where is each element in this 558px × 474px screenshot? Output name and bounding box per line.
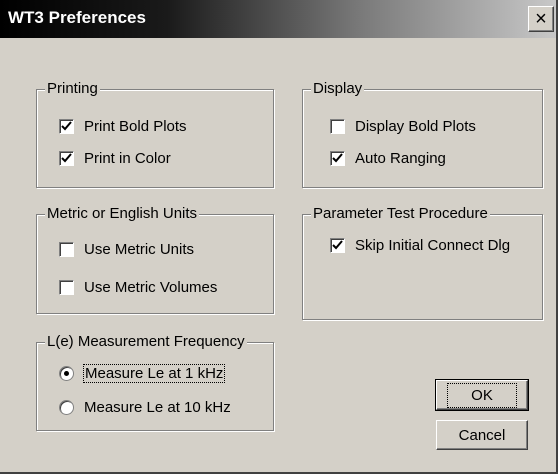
skip-initial-connect-option[interactable]: Skip Initial Connect Dlg: [330, 237, 510, 254]
display-group: Display Display Bold Plots Auto Ranging: [302, 80, 543, 188]
print-in-color-option[interactable]: Print in Color: [59, 150, 171, 167]
skip-initial-connect-label: Skip Initial Connect Dlg: [355, 237, 511, 254]
print-bold-plots-option[interactable]: Print Bold Plots: [59, 118, 187, 135]
use-metric-units-option[interactable]: Use Metric Units: [59, 241, 194, 258]
auto-ranging-checkbox[interactable]: [330, 151, 345, 166]
print-in-color-label: Print in Color: [84, 150, 171, 167]
cancel-button-label: Cancel: [458, 426, 506, 444]
check-icon: [332, 240, 343, 250]
check-icon: [61, 121, 72, 131]
le-frequency-group: L(e) Measurement Frequency Measure Le at…: [36, 333, 274, 431]
measure-le-1khz-option[interactable]: Measure Le at 1 kHz: [59, 364, 226, 383]
ok-button[interactable]: OK: [435, 379, 529, 411]
print-bold-plots-checkbox[interactable]: [59, 119, 74, 134]
check-icon: [61, 153, 72, 163]
display-bold-plots-option[interactable]: Display Bold Plots: [330, 118, 476, 135]
measure-le-1khz-label: Measure Le at 1 kHz: [82, 364, 226, 383]
skip-initial-connect-checkbox[interactable]: [330, 238, 345, 253]
close-icon: ×: [535, 8, 547, 30]
print-bold-plots-label: Print Bold Plots: [84, 118, 187, 135]
close-button[interactable]: ×: [528, 6, 554, 32]
print-in-color-checkbox[interactable]: [59, 151, 74, 166]
ok-button-label: OK: [447, 382, 517, 408]
printing-group: Printing Print Bold Plots Print in Color: [36, 80, 274, 188]
units-legend: Metric or English Units: [45, 205, 200, 223]
use-metric-volumes-checkbox[interactable]: [59, 280, 74, 295]
display-bold-plots-checkbox[interactable]: [330, 119, 345, 134]
use-metric-units-label: Use Metric Units: [84, 241, 195, 258]
use-metric-volumes-option[interactable]: Use Metric Volumes: [59, 279, 217, 296]
measure-le-10khz-option[interactable]: Measure Le at 10 kHz: [59, 399, 231, 416]
printing-legend: Printing: [45, 80, 100, 98]
le-frequency-legend: L(e) Measurement Frequency: [45, 333, 247, 351]
measure-le-10khz-label: Measure Le at 10 kHz: [84, 399, 231, 416]
use-metric-units-checkbox[interactable]: [59, 242, 74, 257]
units-group: Metric or English Units Use Metric Units…: [36, 205, 274, 314]
auto-ranging-label: Auto Ranging: [355, 150, 446, 167]
display-legend: Display: [311, 80, 365, 98]
measure-le-1khz-radio[interactable]: [59, 366, 74, 381]
preferences-dialog: WT3 Preferences × Printing Print Bold Pl…: [0, 0, 558, 474]
check-icon: [332, 153, 343, 163]
measure-le-10khz-radio[interactable]: [59, 400, 74, 415]
title-bar[interactable]: WT3 Preferences ×: [0, 0, 556, 38]
cancel-button[interactable]: Cancel: [436, 420, 528, 450]
param-test-legend: Parameter Test Procedure: [311, 205, 490, 223]
param-test-group: Parameter Test Procedure Skip Initial Co…: [302, 205, 543, 320]
use-metric-volumes-label: Use Metric Volumes: [84, 279, 218, 296]
display-bold-plots-label: Display Bold Plots: [355, 118, 476, 135]
window-title: WT3 Preferences: [8, 8, 146, 27]
auto-ranging-option[interactable]: Auto Ranging: [330, 150, 446, 167]
